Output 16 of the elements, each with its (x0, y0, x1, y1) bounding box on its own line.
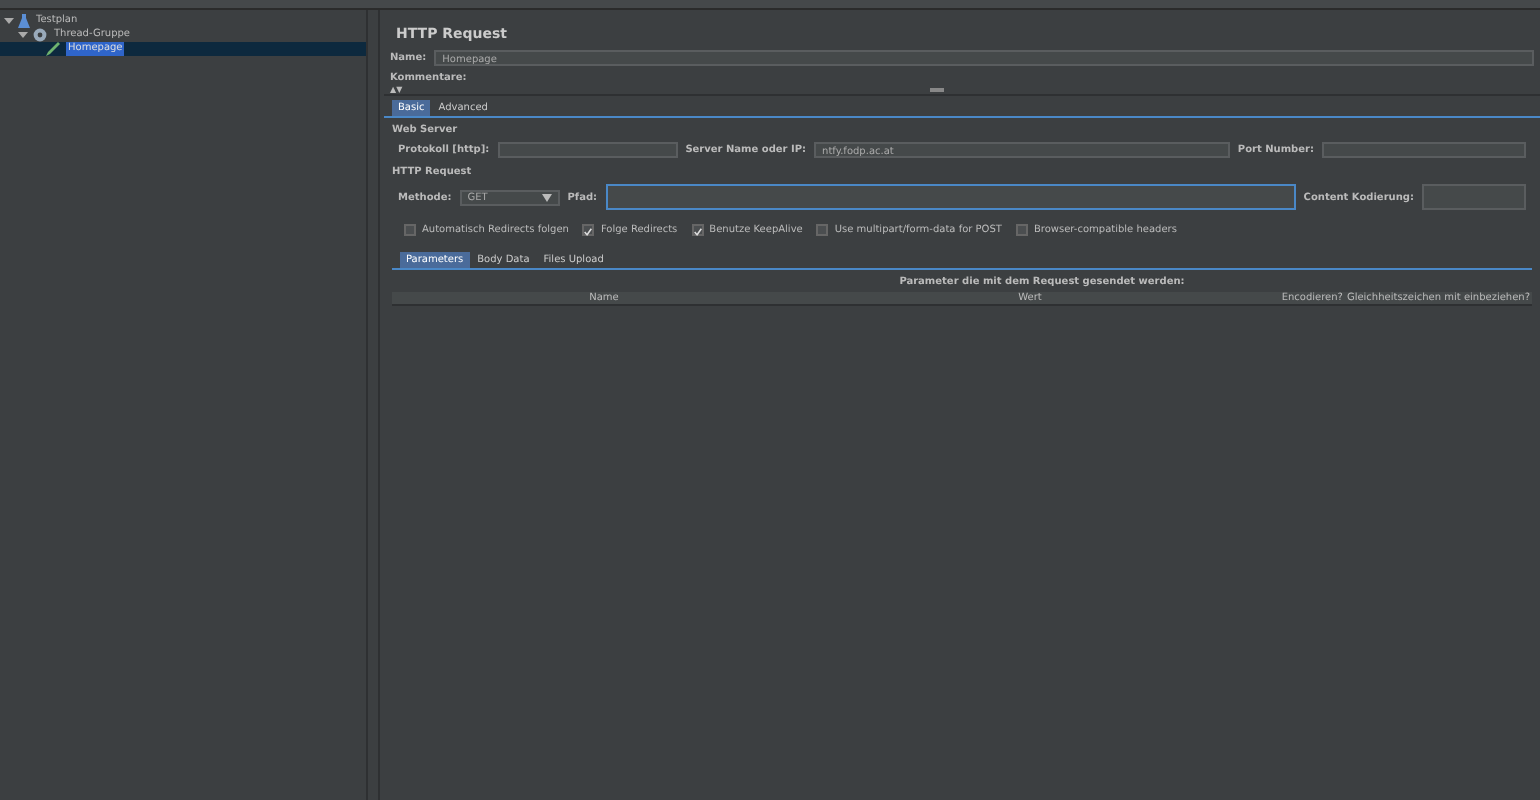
encoding-field[interactable] (1422, 184, 1526, 210)
path-field[interactable] (605, 184, 1296, 210)
checkbox[interactable] (1015, 224, 1028, 236)
splitter-handle[interactable] (366, 10, 380, 800)
flask-icon (18, 14, 30, 28)
checkbox[interactable] (404, 224, 416, 236)
checkbox[interactable] (691, 224, 704, 236)
checkbox[interactable] (582, 224, 595, 236)
caret-icon (541, 193, 552, 201)
pencil-icon (46, 42, 62, 56)
port-field[interactable] (1322, 142, 1526, 158)
checkbox[interactable] (816, 224, 829, 236)
protocol-field[interactable] (497, 142, 678, 158)
gear-icon (32, 28, 48, 42)
expand-toggle-icon[interactable] (4, 16, 14, 26)
splitter-handle[interactable] (930, 88, 944, 92)
